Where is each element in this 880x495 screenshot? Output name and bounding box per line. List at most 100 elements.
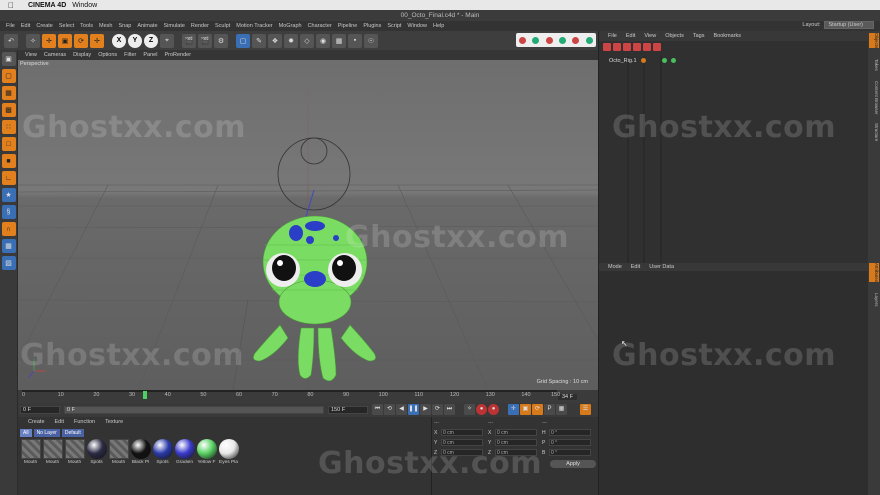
app-name[interactable]: CINEMA 4D bbox=[28, 2, 66, 9]
layout-dropdown[interactable]: Startup (User) bbox=[824, 21, 874, 29]
coord-value-field[interactable]: 0 cm bbox=[441, 449, 483, 456]
material-swatch[interactable]: Mouth bbox=[64, 439, 85, 469]
filter-no-layer[interactable]: No Layer bbox=[33, 429, 60, 437]
attributes-menu-mode[interactable]: Mode bbox=[608, 264, 622, 270]
obj-tool-icon-6[interactable] bbox=[653, 43, 661, 51]
subdivision-icon[interactable]: ❖ bbox=[268, 33, 282, 48]
pause-icon[interactable]: ❚❚ bbox=[408, 404, 419, 415]
obj-tool-icon-3[interactable] bbox=[623, 43, 631, 51]
autokey-icon[interactable]: ● bbox=[488, 404, 499, 415]
menu-file[interactable]: File bbox=[6, 23, 15, 29]
planar-icon[interactable] bbox=[572, 36, 580, 44]
viewport-menu-display[interactable]: Display bbox=[73, 52, 91, 58]
timeline-ruler[interactable]: 34 F 0 10 20 30 40 50 60 70 80 90 100 110 120 130 140 1… bbox=[18, 390, 598, 403]
filter-default[interactable]: Default bbox=[61, 429, 84, 437]
material-swatch[interactable]: Eyes Pla bbox=[218, 439, 239, 469]
coord-value-field[interactable]: 0 ° bbox=[549, 439, 591, 446]
floor-icon[interactable]: ▦ bbox=[332, 33, 346, 48]
viewport-menu-view[interactable]: View bbox=[25, 52, 37, 58]
menu-window[interactable]: Window bbox=[407, 23, 427, 29]
magnet-icon[interactable]: ∩ bbox=[1, 222, 16, 236]
object-menu-tags[interactable]: Tags bbox=[693, 33, 705, 39]
tab-structure[interactable]: Structure bbox=[869, 123, 879, 141]
x-axis-toggle[interactable]: X bbox=[112, 33, 126, 48]
array-icon[interactable]: ✹ bbox=[284, 33, 298, 48]
goto-end-icon[interactable]: ⏭ bbox=[444, 404, 455, 415]
model-mode-icon[interactable]: ▢ bbox=[1, 69, 16, 83]
menu-pipeline[interactable]: Pipeline bbox=[338, 23, 358, 29]
material-swatch[interactable]: Yellow F bbox=[196, 439, 217, 469]
apply-button[interactable]: Apply bbox=[550, 460, 596, 468]
timeline-window-icon[interactable]: ☰ bbox=[580, 404, 591, 415]
spline-pen-icon[interactable]: ✎ bbox=[252, 33, 266, 48]
obj-tool-icon-1[interactable] bbox=[603, 43, 611, 51]
material-menu-create[interactable]: Create bbox=[28, 419, 45, 425]
menu-simulate[interactable]: Simulate bbox=[164, 23, 185, 29]
play-icon[interactable]: ▶ bbox=[420, 404, 431, 415]
render-picture-viewer-icon[interactable]: 🎬 bbox=[198, 33, 212, 48]
render-visibility-dot[interactable] bbox=[670, 58, 676, 63]
menu-select[interactable]: Select bbox=[59, 23, 74, 29]
tab-content-browser[interactable]: Content Browser bbox=[869, 81, 879, 115]
deformer-icon[interactable]: ◇ bbox=[300, 33, 314, 48]
viewport-menu-prorender[interactable]: ProRender bbox=[164, 52, 191, 58]
object-menu-view[interactable]: View bbox=[644, 33, 656, 39]
workplane-mode-icon[interactable]: ▩ bbox=[1, 103, 16, 117]
material-menu-function[interactable]: Function bbox=[74, 419, 95, 425]
attributes-menu-user-data[interactable]: User Data bbox=[649, 264, 674, 270]
menu-help[interactable]: Help bbox=[433, 23, 444, 29]
material-swatch[interactable]: Gradien bbox=[174, 439, 195, 469]
coord-value-field[interactable]: 0 ° bbox=[549, 429, 591, 436]
material-swatch[interactable]: Spots bbox=[152, 439, 173, 469]
obj-tool-icon-5[interactable] bbox=[643, 43, 651, 51]
snap-toggle-icon[interactable]: § bbox=[1, 205, 16, 219]
y-axis-toggle[interactable]: Y bbox=[128, 33, 142, 48]
motion-record-icon[interactable]: ✧ bbox=[464, 404, 475, 415]
playhead[interactable] bbox=[143, 391, 148, 399]
object-menu-file[interactable]: File bbox=[608, 33, 617, 39]
coord-value-field[interactable]: 0 cm bbox=[495, 429, 537, 436]
prev-frame-icon[interactable]: ◀ bbox=[396, 404, 407, 415]
tab-takes[interactable]: Takes bbox=[869, 59, 879, 71]
attributes-menu-edit[interactable]: Edit bbox=[631, 264, 640, 270]
menu-animate[interactable]: Animate bbox=[137, 23, 157, 29]
locked-workplane-icon[interactable] bbox=[559, 36, 567, 44]
goto-start-icon[interactable]: ⏮ bbox=[372, 404, 383, 415]
cube-icon[interactable]: ▢ bbox=[236, 33, 250, 48]
menu-script[interactable]: Script bbox=[387, 23, 401, 29]
visibility-dot[interactable] bbox=[661, 58, 667, 63]
keyframe-rotation-icon[interactable]: ⟳ bbox=[532, 404, 543, 415]
material-swatch[interactable]: Mouth bbox=[42, 439, 63, 469]
apple-icon[interactable]:  bbox=[8, 1, 14, 10]
next-key-icon[interactable]: ⟳ bbox=[432, 404, 443, 415]
keyframe-position-icon[interactable]: ✛ bbox=[508, 404, 519, 415]
material-swatch[interactable]: Mouth bbox=[108, 439, 129, 469]
menu-mesh[interactable]: Mesh bbox=[99, 23, 112, 29]
tab-objects[interactable]: Objects bbox=[869, 33, 879, 49]
make-editable-icon[interactable]: ▣ bbox=[1, 52, 16, 66]
render-view-icon[interactable]: 🎬 bbox=[182, 33, 196, 48]
object-menu-objects[interactable]: Objects bbox=[665, 33, 684, 39]
layout-selector[interactable]: Layout: Startup (User) bbox=[802, 21, 874, 29]
menu-mograph[interactable]: MoGraph bbox=[279, 23, 302, 29]
points-mode-icon[interactable]: ∷ bbox=[1, 120, 16, 134]
menu-snap[interactable]: Snap bbox=[118, 23, 131, 29]
keyframe-scale-icon[interactable]: ▣ bbox=[520, 404, 531, 415]
record-icon[interactable]: ● bbox=[476, 404, 487, 415]
material-menu-texture[interactable]: Texture bbox=[105, 419, 123, 425]
object-menu-edit[interactable]: Edit bbox=[626, 33, 635, 39]
toolbar-snap-group[interactable] bbox=[516, 33, 596, 47]
material-swatch[interactable]: Black Pl bbox=[130, 439, 151, 469]
scale-icon[interactable]: ▣ bbox=[58, 33, 72, 48]
menu-tools[interactable]: Tools bbox=[80, 23, 93, 29]
polygons-mode-icon[interactable]: ■ bbox=[1, 154, 16, 168]
coord-value-field[interactable]: 0 cm bbox=[495, 449, 537, 456]
menu-plugins[interactable]: Plugins bbox=[363, 23, 381, 29]
menu-edit[interactable]: Edit bbox=[21, 23, 30, 29]
workplane-icon[interactable] bbox=[532, 36, 540, 44]
keyframe-pla-icon[interactable]: ▦ bbox=[556, 404, 567, 415]
rotate-icon[interactable]: ⟳ bbox=[74, 33, 88, 48]
menu-character[interactable]: Character bbox=[308, 23, 332, 29]
undo-icon[interactable]: ↶ bbox=[4, 33, 18, 48]
frame-range-slider[interactable]: 0 F bbox=[64, 406, 324, 414]
